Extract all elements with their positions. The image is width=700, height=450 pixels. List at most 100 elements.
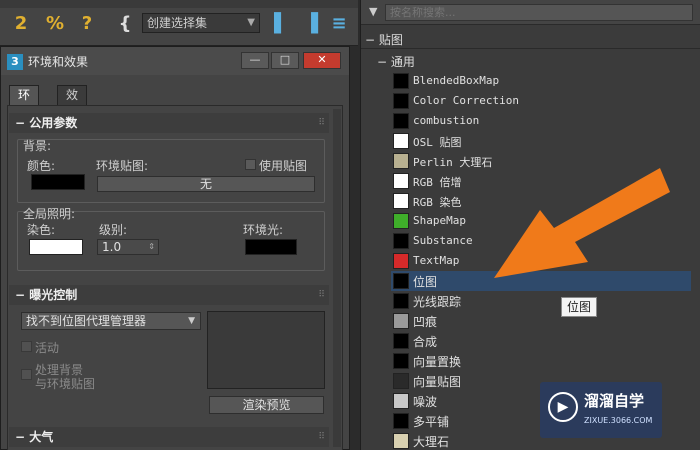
collapse-icon: − xyxy=(377,55,388,69)
rollout-exposure-title: 曝光控制 xyxy=(29,288,78,302)
dialog-title: 环境和效果 xyxy=(28,55,89,69)
layer-icon[interactable]: ≡ xyxy=(328,12,350,36)
map-list-item[interactable]: combustion xyxy=(391,111,691,131)
collapse-icon: − xyxy=(365,33,376,47)
ambient-color-swatch[interactable] xyxy=(245,239,297,255)
mirror-icon[interactable]: ▌ xyxy=(270,12,292,36)
named-selection-dropdown[interactable]: 创建选择集 ▼ xyxy=(142,13,260,33)
map-thumbnail-icon xyxy=(393,333,409,349)
rollout-atmosphere-title: 大气 xyxy=(29,430,54,444)
watermark-url: ZIXUE.3066.COM xyxy=(584,416,653,425)
search-bar: ▼ xyxy=(361,0,700,25)
watermark-logo-icon: ▶ xyxy=(548,392,578,422)
grip-icon: ⠿ xyxy=(318,118,325,128)
map-list-item-label: 噪波 xyxy=(413,395,438,409)
rollout-atmosphere[interactable]: − 大气 ⠿ xyxy=(9,427,329,447)
use-map-checkbox[interactable] xyxy=(245,159,256,170)
close-button[interactable]: ✕ xyxy=(303,52,341,69)
search-by-name-input[interactable] xyxy=(385,4,693,21)
map-thumbnail-icon xyxy=(393,433,409,449)
map-list-item-label: ShapeMap xyxy=(413,214,466,227)
tree-divider xyxy=(361,48,700,49)
map-list-item-label: 凹痕 xyxy=(413,315,438,329)
env-map-button[interactable]: 无 xyxy=(97,176,315,192)
level-spinner[interactable]: 1.0 ⇕ xyxy=(97,239,159,255)
collapse-icon: − xyxy=(15,116,26,130)
environment-effects-dialog: 3 环境和效果 — □ ✕ 环境 效果 − 公用参数 ⠿ 背景: 颜色: 环境贴… xyxy=(0,46,350,450)
level-label: 级别: xyxy=(99,223,128,237)
map-list-item-label: 向量贴图 xyxy=(413,375,462,389)
named-selection-text: 创建选择集 xyxy=(147,16,208,30)
rollout-exposure-control[interactable]: − 曝光控制 ⠿ xyxy=(9,285,329,305)
map-list-item-label: OSL 贴图 xyxy=(413,136,462,149)
browser-options-arrow-icon[interactable]: ▼ xyxy=(369,5,377,18)
map-list-item-label: BlendedBoxMap xyxy=(413,74,500,87)
global-lighting-label: 全局照明: xyxy=(23,207,76,221)
map-thumbnail-icon xyxy=(393,73,409,89)
app-logo-icon: 3 xyxy=(7,54,23,70)
menu-strip xyxy=(0,0,358,8)
chevron-down-icon: ▼ xyxy=(247,17,255,28)
edit-named-selection-icon[interactable]: { xyxy=(114,12,136,36)
use-map-label: 使用贴图 xyxy=(259,159,308,173)
map-list-item[interactable]: OSL 贴图 xyxy=(391,131,691,151)
percent-snap-icon[interactable]: % xyxy=(44,12,66,36)
grip-icon: ⠿ xyxy=(318,290,325,300)
map-list-item[interactable]: 向量置换 xyxy=(391,351,691,371)
tree-group-maps[interactable]: − 贴图 xyxy=(365,31,403,48)
map-thumbnail-icon xyxy=(393,233,409,249)
map-list-item[interactable]: 合成 xyxy=(391,331,691,351)
map-list-item[interactable]: 凹痕 xyxy=(391,311,691,331)
minimize-button[interactable]: — xyxy=(241,52,269,69)
map-thumbnail-icon xyxy=(393,413,409,429)
main-toolbar: 2 % ? { 创建选择集 ▼ ▌ ▐ ≡ xyxy=(0,0,358,46)
render-preview-button[interactable]: 渲染预览 xyxy=(209,396,324,414)
tree-subgroup-general-label: 通用 xyxy=(390,55,415,69)
map-list-item-label: 位图 xyxy=(413,275,438,289)
env-map-label: 环境贴图: xyxy=(96,159,149,173)
rollout-common-parameters[interactable]: − 公用参数 ⠿ xyxy=(9,113,329,133)
snap-2-5-icon[interactable]: 2 xyxy=(10,12,32,36)
map-list-item[interactable]: BlendedBoxMap xyxy=(391,71,691,91)
map-list-item[interactable]: 光线跟踪 xyxy=(391,291,691,311)
map-thumbnail-icon xyxy=(393,133,409,149)
active-checkbox[interactable] xyxy=(21,341,32,352)
tint-color-swatch[interactable] xyxy=(29,239,83,255)
arrow-shape xyxy=(494,168,670,278)
spinner-snap-icon[interactable]: ? xyxy=(76,12,98,36)
tree-subgroup-general[interactable]: − 通用 xyxy=(377,53,415,70)
map-list-item-label: Color Correction xyxy=(413,94,519,107)
map-thumbnail-icon xyxy=(393,373,409,389)
map-list-item-label: 合成 xyxy=(413,335,438,349)
background-color-swatch[interactable] xyxy=(31,174,85,190)
collapse-icon: − xyxy=(15,288,26,302)
dialog-titlebar[interactable]: 3 环境和效果 — □ ✕ xyxy=(1,47,349,75)
exposure-type-value: 找不到位图代理管理器 xyxy=(26,314,147,328)
collapse-icon: − xyxy=(15,430,26,444)
map-thumbnail-icon xyxy=(393,173,409,189)
exposure-type-dropdown[interactable]: 找不到位图代理管理器 ▼ xyxy=(21,312,201,330)
background-label: 背景: xyxy=(23,139,52,153)
maximize-button[interactable]: □ xyxy=(271,52,299,69)
map-list-item[interactable]: Color Correction xyxy=(391,91,691,111)
map-thumbnail-icon xyxy=(393,293,409,309)
process-bg-checkbox[interactable] xyxy=(21,369,32,380)
dialog-scrollbar[interactable] xyxy=(333,109,341,447)
chevron-down-icon: ▼ xyxy=(188,316,195,326)
rollout-common-title: 公用参数 xyxy=(29,116,78,130)
map-thumbnail-icon xyxy=(393,313,409,329)
tint-label: 染色: xyxy=(27,223,56,237)
exposure-preview-box xyxy=(207,311,325,389)
map-list-item-label: combustion xyxy=(413,114,480,127)
watermark-name: 溜溜自学 xyxy=(584,392,645,410)
map-thumbnail-icon xyxy=(393,273,409,289)
tab-environment[interactable]: 环境 xyxy=(9,85,40,120)
app-window: 2 % ? { 创建选择集 ▼ ▌ ▐ ≡ 3 环境和效果 — □ ✕ 环境 效… xyxy=(0,0,700,450)
map-list-item-label: 多平铺 xyxy=(413,415,450,429)
align-icon[interactable]: ▐ xyxy=(300,12,322,36)
orange-arrow-annotation xyxy=(494,168,670,278)
map-list-item-label: TextMap xyxy=(413,254,460,267)
tab-effects[interactable]: 效果 xyxy=(57,85,88,120)
tree-group-maps-label: 贴图 xyxy=(378,33,403,47)
map-thumbnail-icon xyxy=(393,153,409,169)
